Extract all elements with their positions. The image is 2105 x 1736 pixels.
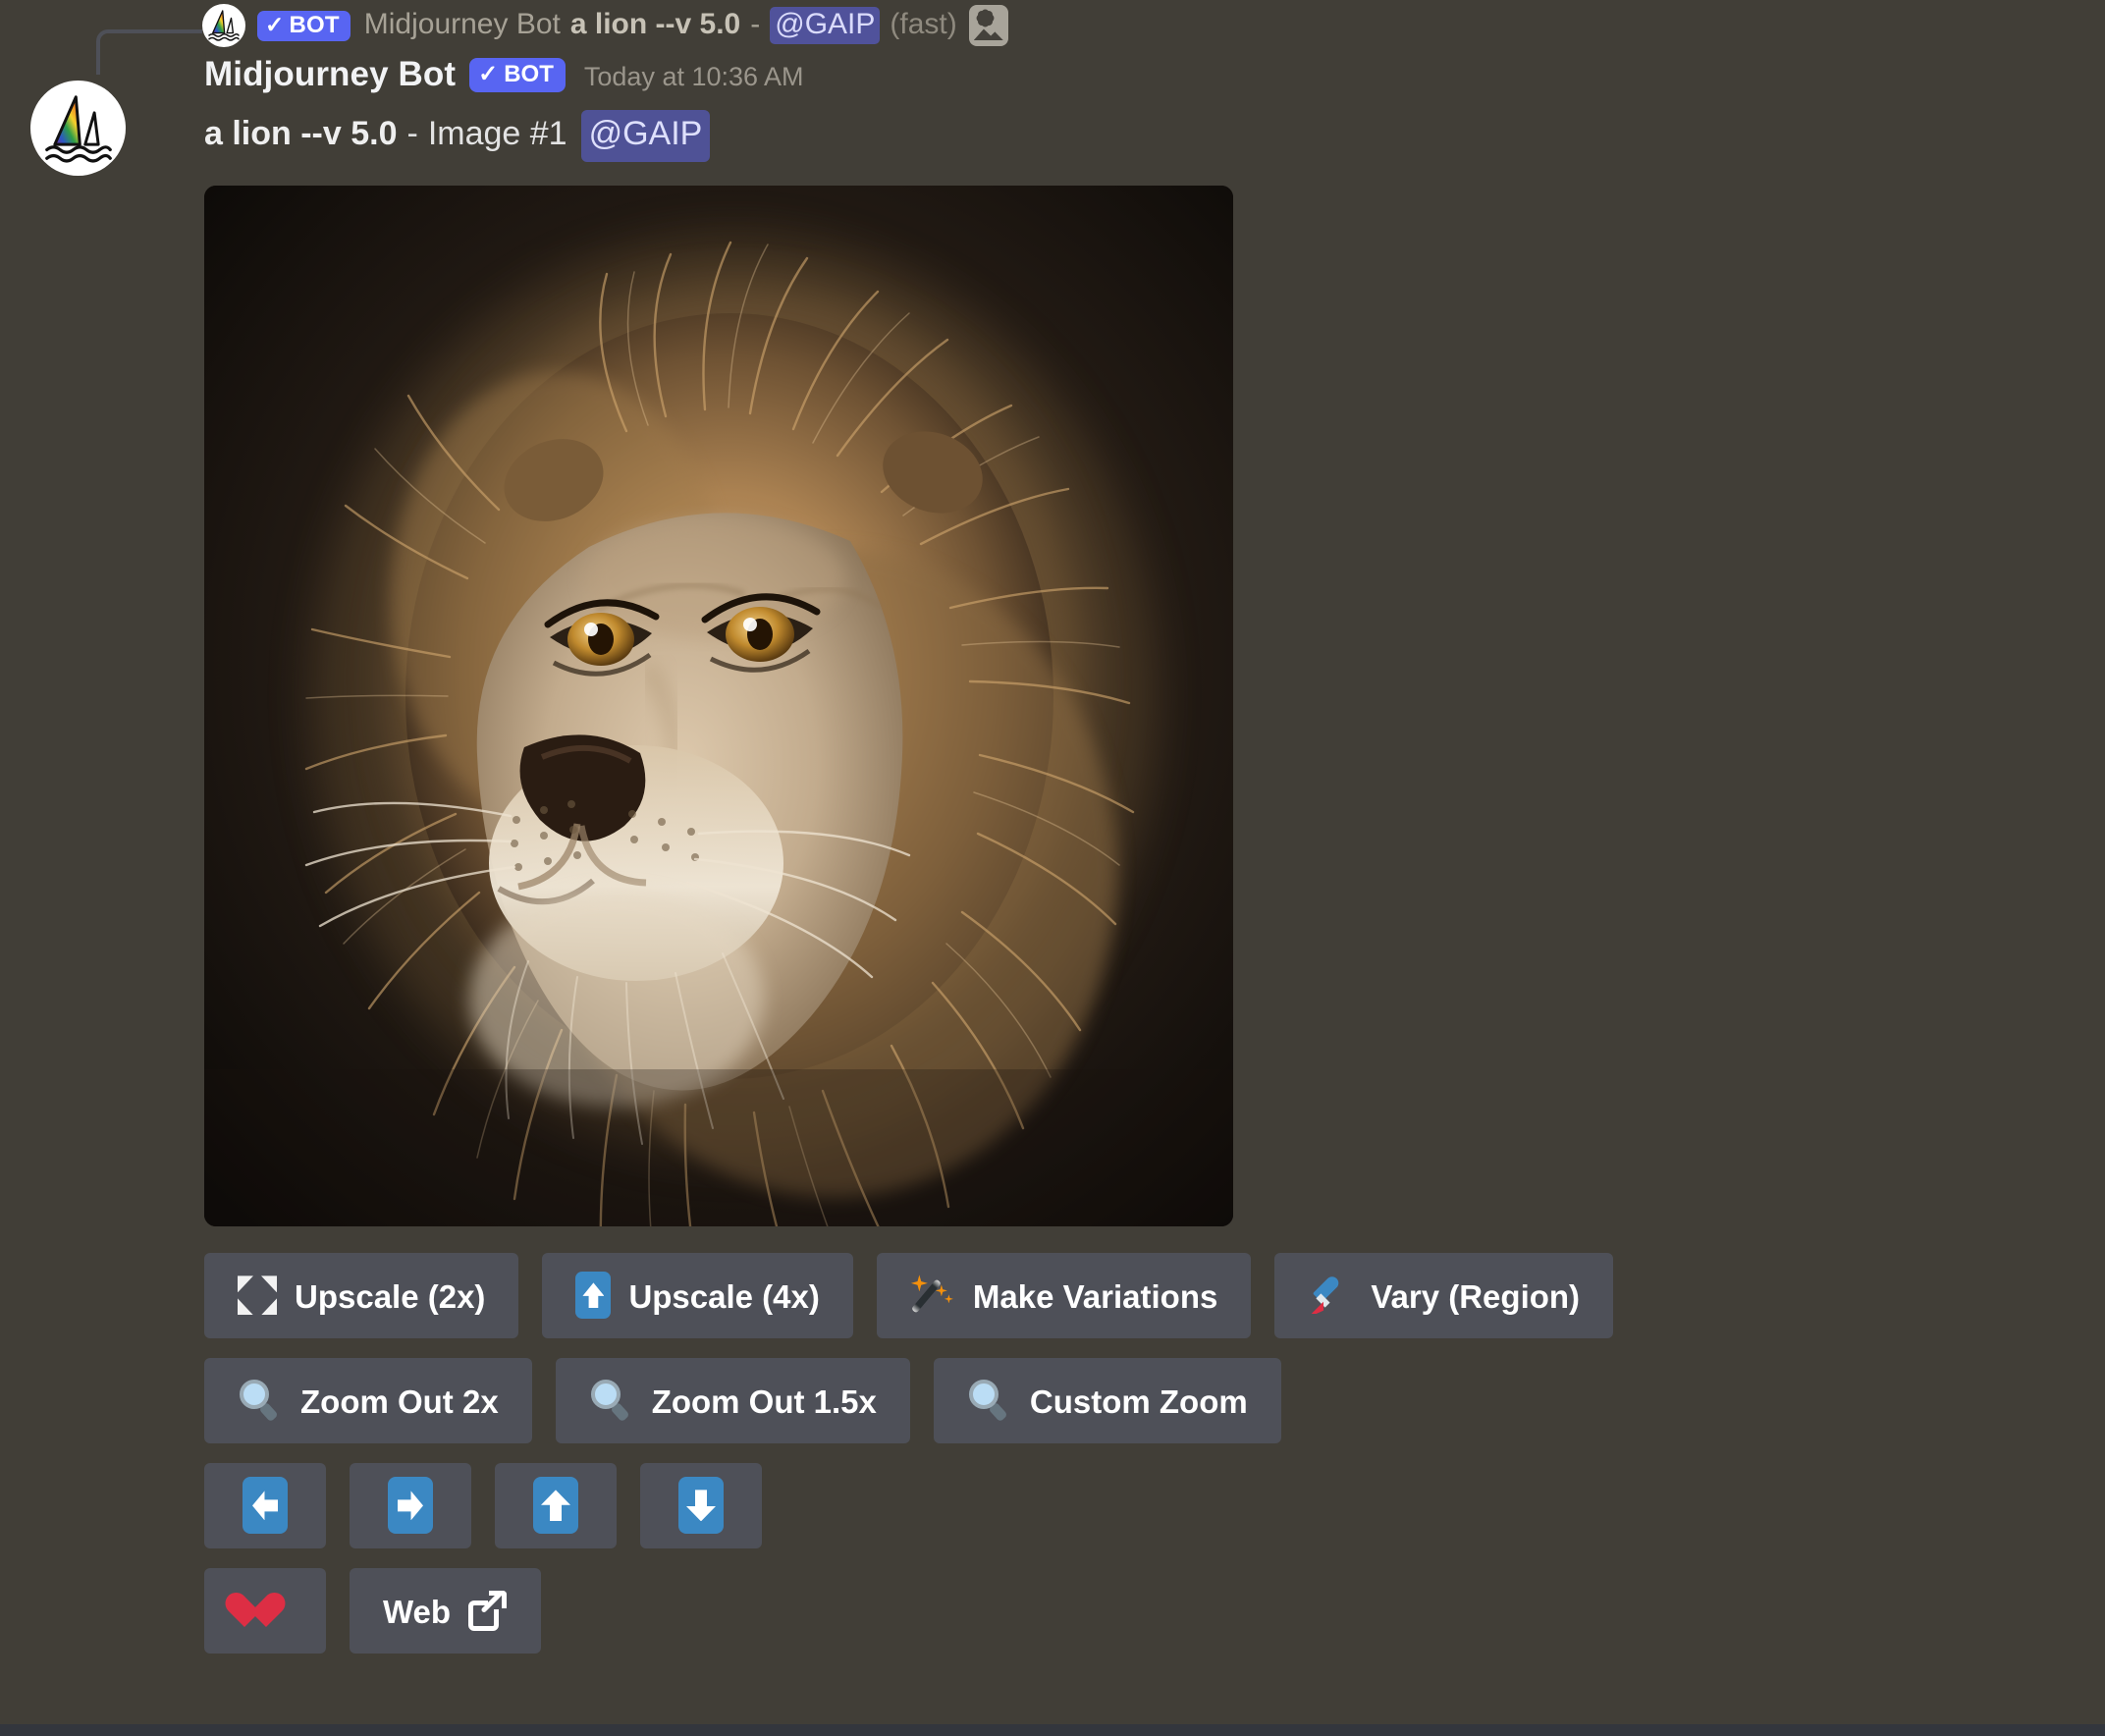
- magic-wand-icon: [910, 1273, 955, 1318]
- reply-avatar: [202, 4, 245, 47]
- arrow-left-icon: [243, 1477, 288, 1534]
- generated-image-attachment[interactable]: [204, 186, 1233, 1226]
- upscale-4x-button[interactable]: Upscale (4x): [542, 1253, 852, 1338]
- author-avatar[interactable]: [30, 81, 126, 176]
- mention-gaip[interactable]: @GAIP: [581, 110, 711, 162]
- verified-check-icon: ✓: [478, 63, 498, 86]
- upscale-2x-label: Upscale (2x): [295, 1280, 485, 1313]
- upscale-2x-button[interactable]: Upscale (2x): [204, 1253, 518, 1338]
- heart-icon: [243, 1588, 288, 1633]
- magnifying-glass-icon: [589, 1378, 634, 1423]
- external-link-icon: [468, 1590, 508, 1631]
- zoom-out-2x-button[interactable]: Zoom Out 2x: [204, 1358, 532, 1443]
- reply-dash: -: [750, 8, 760, 41]
- button-row-1: Upscale (2x) Upscale (4x) Make Variation…: [204, 1253, 2081, 1338]
- message-image-label: Image #1: [428, 112, 567, 157]
- bot-message: Midjourney Bot ✓ BOT Today at 10:36 AM a…: [0, 55, 2105, 1673]
- magnifying-glass-icon: [967, 1378, 1012, 1423]
- referenced-message[interactable]: ✓ BOT Midjourney Bot a lion --v 5.0 - @G…: [0, 0, 1008, 51]
- pan-right-button[interactable]: [350, 1463, 471, 1548]
- up-arrow-box-icon: [575, 1272, 611, 1319]
- pan-up-button[interactable]: [495, 1463, 617, 1548]
- expand-arrows-icon: [238, 1274, 277, 1317]
- zoom-out-2x-label: Zoom Out 2x: [300, 1385, 499, 1418]
- arrow-up-icon: [533, 1477, 578, 1534]
- reply-content: Midjourney Bot a lion --v 5.0 - @GAIP (f…: [364, 7, 957, 44]
- web-label: Web: [383, 1596, 451, 1628]
- reply-author-name[interactable]: Midjourney Bot: [364, 8, 561, 41]
- vary-region-label: Vary (Region): [1371, 1280, 1580, 1313]
- image-attachment-icon: [969, 5, 1008, 46]
- message-content: a lion --v 5.0 - Image #1 @GAIP: [204, 110, 2081, 162]
- message-prompt: a lion --v 5.0: [204, 112, 398, 157]
- reply-prompt: a lion --v 5.0: [570, 8, 740, 41]
- zoom-out-1-5x-label: Zoom Out 1.5x: [652, 1385, 877, 1418]
- zoom-out-1-5x-button[interactable]: Zoom Out 1.5x: [556, 1358, 910, 1443]
- pan-down-button[interactable]: [640, 1463, 762, 1548]
- bot-badge: ✓ BOT: [469, 58, 566, 92]
- button-row-3: [204, 1463, 2081, 1548]
- verified-check-icon: ✓: [265, 14, 284, 36]
- message-components: Upscale (2x) Upscale (4x) Make Variation…: [204, 1253, 2081, 1654]
- make-variations-label: Make Variations: [973, 1280, 1217, 1313]
- favorite-button[interactable]: [204, 1568, 326, 1654]
- message-header: Midjourney Bot ✓ BOT Today at 10:36 AM: [204, 55, 2081, 106]
- author-name[interactable]: Midjourney Bot: [204, 55, 456, 94]
- button-row-4: Web: [204, 1568, 2081, 1654]
- paintbrush-icon: [1308, 1273, 1353, 1318]
- arrow-right-icon: [388, 1477, 433, 1534]
- make-variations-button[interactable]: Make Variations: [877, 1253, 1251, 1338]
- bottom-edge-strip: [0, 1724, 2105, 1736]
- arrow-down-icon: [678, 1477, 724, 1534]
- vary-region-button[interactable]: Vary (Region): [1274, 1253, 1613, 1338]
- magnifying-glass-icon: [238, 1378, 283, 1423]
- custom-zoom-button[interactable]: Custom Zoom: [934, 1358, 1281, 1443]
- midjourney-sailboat-logo: [36, 86, 121, 171]
- reply-bot-badge: ✓ BOT: [257, 11, 351, 41]
- message-separator: -: [407, 112, 418, 157]
- midjourney-sailboat-logo: [204, 6, 243, 45]
- button-row-2: Zoom Out 2x Zoom Out 1.5x Custom Zoom: [204, 1358, 2081, 1443]
- custom-zoom-label: Custom Zoom: [1030, 1385, 1248, 1418]
- web-button[interactable]: Web: [350, 1568, 541, 1654]
- reply-mention-gaip[interactable]: @GAIP: [770, 7, 880, 44]
- pan-left-button[interactable]: [204, 1463, 326, 1548]
- reply-bot-badge-label: BOT: [289, 14, 339, 37]
- upscale-4x-label: Upscale (4x): [628, 1280, 819, 1313]
- message-timestamp: Today at 10:36 AM: [584, 62, 804, 92]
- lion-portrait-image: [204, 186, 1233, 1226]
- reply-mode: (fast): [890, 8, 956, 41]
- bot-badge-label: BOT: [504, 63, 554, 86]
